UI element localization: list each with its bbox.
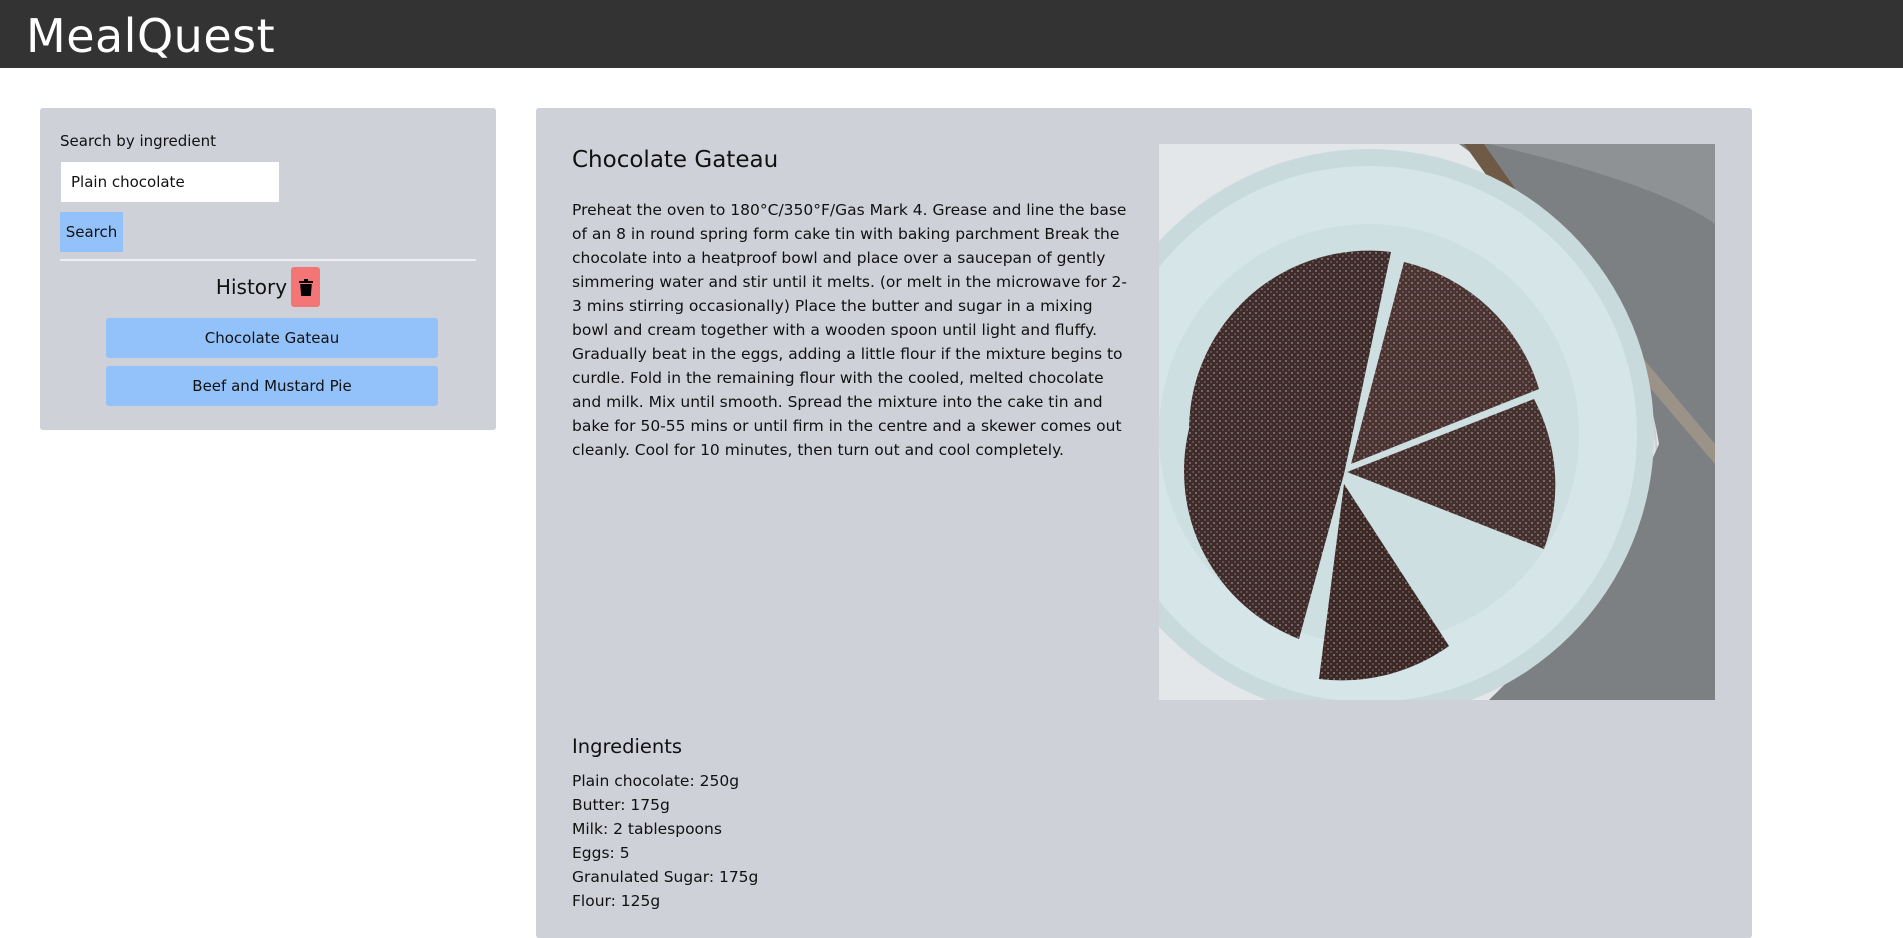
chocolate-cake-photo <box>1159 144 1715 700</box>
recipe-title: Chocolate Gateau <box>572 147 779 173</box>
ingredient-item: Granulated Sugar: 175g <box>572 868 759 886</box>
ingredient-item: Plain chocolate: 250g <box>572 772 740 790</box>
ingredient-search-input[interactable] <box>61 162 279 202</box>
app-brand[interactable]: MealQuest <box>26 6 275 66</box>
history-item-beef-and-mustard-pie[interactable]: Beef and Mustard Pie <box>106 366 438 406</box>
ingredients-list: Plain chocolate: 250g Butter: 175g Milk:… <box>572 769 758 913</box>
ingredient-item: Milk: 2 tablespoons <box>572 820 722 838</box>
ingredient-item: Eggs: 5 <box>572 844 630 862</box>
history-title: History <box>215 275 288 299</box>
ingredients-title: Ingredients <box>572 735 683 758</box>
clear-history-button[interactable] <box>291 267 321 307</box>
recipe-photo <box>1159 144 1715 700</box>
history-list: Chocolate Gateau Beef and Mustard Pie <box>106 318 438 414</box>
search-sidebar: Search by ingredient Search History Choc… <box>40 108 496 430</box>
divider <box>60 259 476 261</box>
history-header: History <box>40 266 496 308</box>
recipe-instructions: Preheat the oven to 180°C/350°F/Gas Mark… <box>572 201 1127 459</box>
trash-icon <box>298 278 313 296</box>
ingredient-item: Flour: 125g <box>572 892 661 910</box>
search-button[interactable]: Search <box>60 212 123 252</box>
top-navbar: MealQuest <box>0 0 1903 68</box>
history-item-chocolate-gateau[interactable]: Chocolate Gateau <box>106 318 438 358</box>
ingredient-item: Butter: 175g <box>572 796 670 814</box>
recipe-panel: Chocolate Gateau Preheat the oven to 180… <box>536 108 1752 938</box>
search-label: Search by ingredient <box>60 132 217 150</box>
